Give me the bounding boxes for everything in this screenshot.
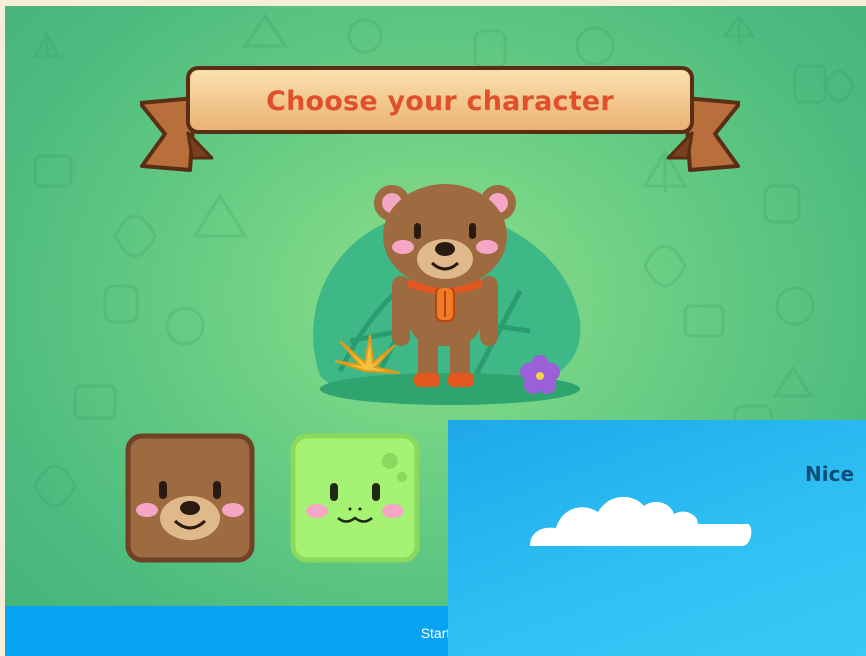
overlay-title: Nice [805,462,855,486]
overlay-panel: Nice [448,420,866,656]
cloud-icon [530,496,752,546]
banner-title: Choose your character [266,86,614,117]
start-button-label: Start [420,625,451,641]
title-banner [140,66,740,172]
character-card-bear[interactable] [125,433,255,563]
selected-character-bear [313,184,581,405]
character-card-dino[interactable] [290,433,420,563]
